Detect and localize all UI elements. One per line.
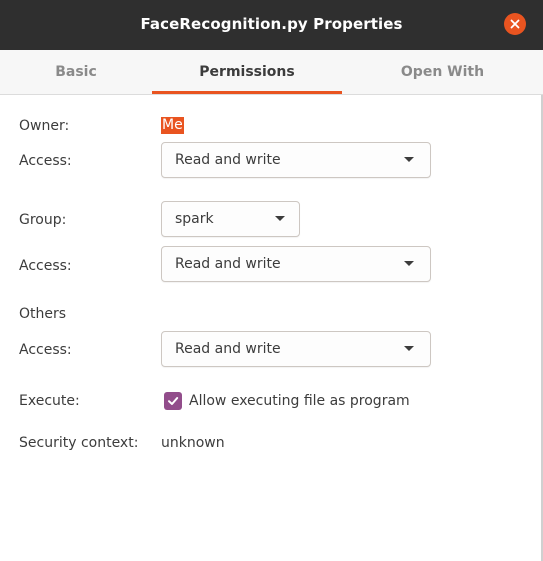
chevron-down-icon xyxy=(404,346,414,351)
tab-bar: Basic Permissions Open With xyxy=(0,50,543,95)
chevron-down-icon xyxy=(275,216,285,221)
close-icon xyxy=(510,19,520,29)
others-access-dropdown[interactable]: Read and write xyxy=(161,331,431,367)
group-access-dropdown[interactable]: Read and write xyxy=(161,246,431,282)
close-button[interactable] xyxy=(504,13,526,35)
group-label: Group: xyxy=(19,212,67,228)
execute-checkbox[interactable] xyxy=(164,392,182,410)
owner-access-dropdown[interactable]: Read and write xyxy=(161,142,431,178)
others-access-label: Access: xyxy=(19,342,72,358)
tab-basic[interactable]: Basic xyxy=(0,50,152,94)
title-bar: FaceRecognition.py Properties xyxy=(0,0,543,50)
security-context-value: unknown xyxy=(161,435,225,451)
window-title: FaceRecognition.py Properties xyxy=(140,15,403,33)
owner-value: Me xyxy=(161,117,184,134)
group-dropdown[interactable]: spark xyxy=(161,201,300,237)
tab-open-with[interactable]: Open With xyxy=(342,50,543,94)
execute-label: Execute: xyxy=(19,393,80,409)
chevron-down-icon xyxy=(404,157,414,162)
owner-access-label: Access: xyxy=(19,153,72,169)
group-access-value: Read and write xyxy=(175,256,281,272)
tab-permissions[interactable]: Permissions xyxy=(152,50,342,94)
owner-label: Owner: xyxy=(19,118,70,134)
owner-access-value: Read and write xyxy=(175,152,281,168)
group-value: spark xyxy=(175,211,214,227)
execute-checkbox-label[interactable]: Allow executing file as program xyxy=(189,392,410,410)
checkmark-icon xyxy=(168,397,179,405)
others-label: Others xyxy=(19,306,67,322)
group-access-label: Access: xyxy=(19,258,72,274)
others-access-value: Read and write xyxy=(175,341,281,357)
chevron-down-icon xyxy=(404,261,414,266)
security-context-label: Security context: xyxy=(19,435,139,451)
